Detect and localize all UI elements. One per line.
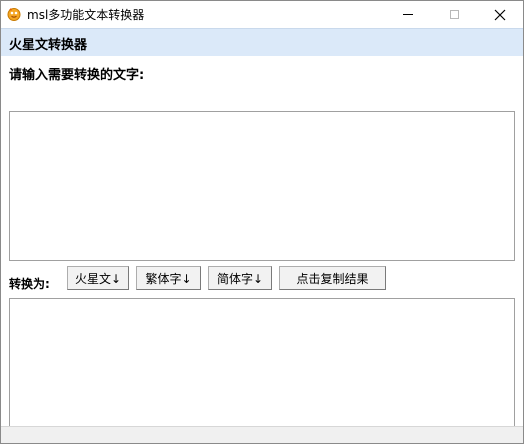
content-area: 火星文转换器 请输入需要转换的文字: 转换为: 火星文↓ 繁体字↓ 简体字↓ 点…	[1, 28, 523, 443]
minimize-icon	[403, 14, 413, 15]
convert-to-label: 转换为:	[9, 277, 50, 291]
msl-app-icon	[7, 7, 21, 21]
result-text-output[interactable]	[9, 298, 515, 443]
converter-panel: 请输入需要转换的文字: 转换为: 火星文↓ 繁体字↓ 简体字↓ 点击复制结果	[1, 56, 523, 443]
page-title: 火星文转换器	[9, 38, 88, 53]
convert-traditional-button[interactable]: 繁体字↓	[136, 266, 201, 290]
copy-result-button[interactable]: 点击复制结果	[279, 266, 386, 290]
section-header: 火星文转换器	[1, 28, 523, 56]
convert-martian-button[interactable]: 火星文↓	[67, 266, 129, 290]
window-title: msl多功能文本转换器	[27, 8, 145, 22]
maximize-icon	[449, 10, 459, 19]
minimize-button[interactable]	[385, 1, 431, 28]
maximize-button[interactable]	[431, 1, 477, 28]
close-button[interactable]	[477, 1, 523, 28]
status-bar	[1, 426, 523, 443]
input-label: 请输入需要转换的文字:	[9, 68, 145, 83]
app-window: msl多功能文本转换器 火星文转换器 请输入需要转换的文字: 转换为: 火星文↓…	[0, 0, 524, 444]
title-bar[interactable]: msl多功能文本转换器	[1, 1, 523, 28]
convert-simplified-button[interactable]: 简体字↓	[208, 266, 272, 290]
source-text-input[interactable]	[9, 111, 515, 261]
close-icon	[494, 9, 506, 20]
